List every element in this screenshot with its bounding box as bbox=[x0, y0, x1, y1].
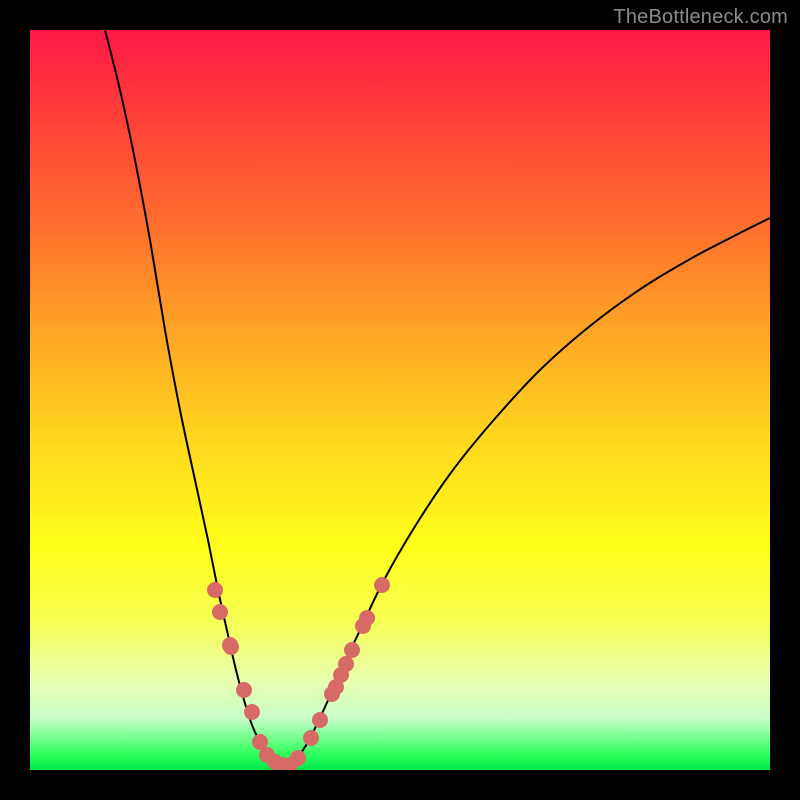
data-dot bbox=[236, 682, 252, 698]
curve-left-branch bbox=[105, 30, 284, 766]
data-dot bbox=[223, 639, 239, 655]
data-dot bbox=[212, 604, 228, 620]
data-dot bbox=[359, 610, 375, 626]
curve-right-branch bbox=[284, 218, 770, 766]
data-dot bbox=[374, 577, 390, 593]
chart-svg bbox=[30, 30, 770, 770]
watermark-text: TheBottleneck.com bbox=[613, 6, 788, 29]
chart-container: TheBottleneck.com bbox=[0, 0, 800, 800]
data-dot bbox=[338, 656, 354, 672]
data-dot bbox=[244, 704, 260, 720]
data-dots-group bbox=[207, 577, 390, 770]
plot-area bbox=[30, 30, 770, 770]
data-dot bbox=[207, 582, 223, 598]
data-dot bbox=[290, 750, 306, 766]
data-dot bbox=[312, 712, 328, 728]
data-dot bbox=[344, 642, 360, 658]
data-dot bbox=[303, 730, 319, 746]
